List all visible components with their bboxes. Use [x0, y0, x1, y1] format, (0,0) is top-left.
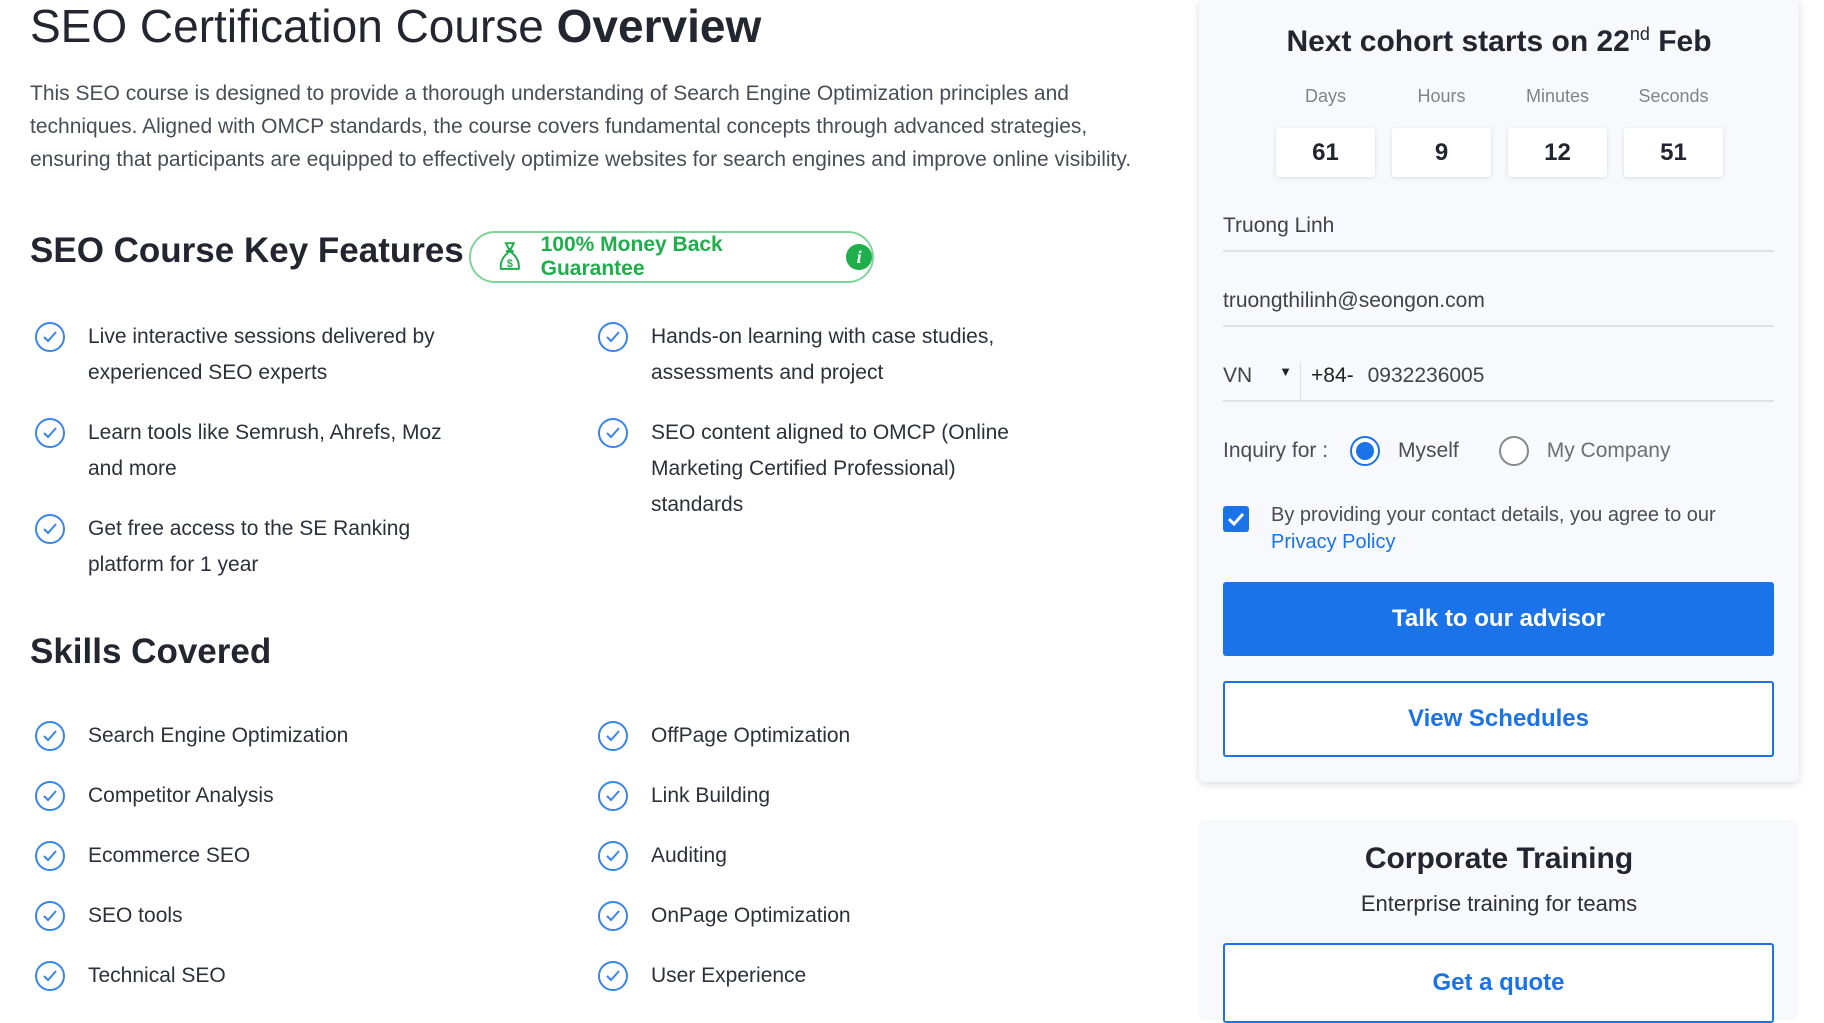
- get-quote-button[interactable]: Get a quote: [1223, 943, 1774, 1023]
- countdown-label: Minutes: [1525, 86, 1590, 106]
- phone-number-input[interactable]: 0932236005: [1368, 362, 1485, 388]
- check-icon: [598, 841, 628, 871]
- enquiry-form-card: Next cohort starts on 22nd Feb Days 61 Hou…: [1199, 0, 1799, 782]
- check-icon: [598, 901, 628, 931]
- cohort-heading: Next cohort starts on 22nd Feb: [1286, 24, 1712, 58]
- feature-item: Hands-on learning with case studies, ass…: [598, 319, 1028, 391]
- countdown-value: 9: [1392, 128, 1491, 177]
- skill-item: User Experience: [598, 958, 806, 994]
- corporate-title: Corporate Training: [1364, 842, 1634, 875]
- course-description: This SEO course is designed to provide a…: [30, 82, 1132, 171]
- email-input[interactable]: truongthilinh@seongon.com: [1223, 289, 1774, 327]
- inquiry-radio-group: Inquiry for : Myself My Company: [1223, 436, 1670, 466]
- check-icon: [35, 322, 65, 352]
- skill-item: Ecommerce SEO: [35, 838, 250, 874]
- info-icon[interactable]: i: [846, 244, 872, 270]
- check-icon: [598, 322, 628, 352]
- name-input[interactable]: Truong Linh: [1223, 214, 1774, 252]
- consent-text: By providing your contact details, you a…: [1271, 504, 1716, 553]
- check-icon: [35, 721, 65, 751]
- check-icon: [35, 841, 65, 871]
- check-icon: [35, 514, 65, 544]
- check-icon: [598, 721, 628, 751]
- country-select[interactable]: VN ▼: [1223, 362, 1301, 400]
- svg-text:$: $: [507, 258, 513, 270]
- countdown-label: Hours: [1417, 86, 1466, 106]
- countdown-value: 12: [1508, 128, 1607, 177]
- skill-item: OffPage Optimization: [598, 718, 850, 754]
- check-icon: [35, 901, 65, 931]
- feature-item: SEO content aligned to OMCP (Online Mark…: [598, 415, 1028, 523]
- skill-item: Competitor Analysis: [35, 778, 274, 814]
- consent-checkbox[interactable]: [1223, 506, 1249, 532]
- skill-item: Auditing: [598, 838, 727, 874]
- corporate-training-card: Corporate Training Enterprise training f…: [1199, 820, 1799, 1023]
- skill-item: OnPage Optimization: [598, 898, 851, 934]
- countdown-label: Seconds: [1638, 86, 1709, 106]
- countdown-value: 61: [1276, 128, 1375, 177]
- skill-item: Technical SEO: [35, 958, 226, 994]
- phone-input-group: VN ▼ +84- 0932236005: [1223, 362, 1774, 402]
- feature-item: Learn tools like Semrush, Ahrefs, Moz an…: [35, 415, 465, 487]
- check-icon: [35, 961, 65, 991]
- check-icon: [598, 781, 628, 811]
- skill-item: Link Building: [598, 778, 770, 814]
- skill-item: SEO tools: [35, 898, 183, 934]
- check-icon: [35, 418, 65, 448]
- feature-item: Live interactive sessions delivered by e…: [35, 319, 465, 391]
- check-icon: [598, 961, 628, 991]
- skills-heading: Skills Covered: [30, 632, 272, 671]
- dial-code: +84-: [1311, 364, 1354, 387]
- money-bag-icon: $: [499, 242, 520, 270]
- view-schedules-button[interactable]: View Schedules: [1223, 681, 1774, 757]
- page-title: SEO Certification Course Overview: [30, 0, 762, 52]
- corporate-subtitle: Enterprise training for teams: [1360, 891, 1638, 916]
- countdown-label: Days: [1304, 86, 1346, 106]
- caret-down-icon: ▼: [1279, 364, 1292, 379]
- skill-item: Search Engine Optimization: [35, 718, 348, 754]
- talk-to-advisor-button[interactable]: Talk to our advisor: [1223, 582, 1774, 656]
- check-icon: [35, 781, 65, 811]
- privacy-policy-link[interactable]: Privacy Policy: [1271, 531, 1395, 553]
- money-back-badge[interactable]: $ 100% Money Back Guarantee i: [469, 231, 874, 283]
- radio-my-company[interactable]: [1498, 436, 1529, 466]
- radio-myself[interactable]: [1350, 436, 1381, 466]
- key-features-heading: SEO Course Key Features: [30, 231, 464, 270]
- feature-item: Get free access to the SE Ranking platfo…: [35, 511, 465, 583]
- check-icon: [598, 418, 628, 448]
- countdown-value: 51: [1624, 128, 1723, 177]
